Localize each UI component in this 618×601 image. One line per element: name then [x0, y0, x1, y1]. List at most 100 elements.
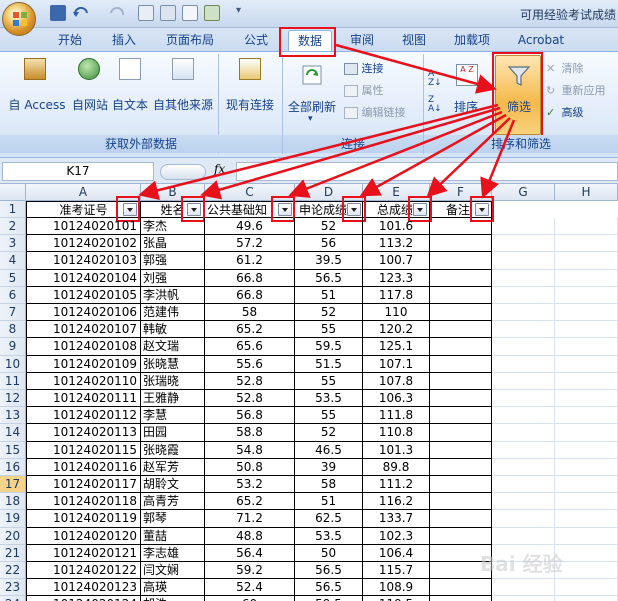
cell-public-knowledge[interactable]: 53.2 — [205, 476, 295, 494]
print-icon[interactable] — [160, 5, 176, 21]
cell-remarks[interactable] — [430, 510, 492, 528]
cell-public-knowledge[interactable]: 55.6 — [205, 355, 295, 373]
cell-public-knowledge[interactable]: 48.8 — [205, 527, 295, 545]
empty-cell[interactable] — [492, 527, 555, 545]
cell-public-knowledge[interactable]: 56.8 — [205, 407, 295, 425]
cell-essay[interactable]: 56.5 — [295, 579, 363, 597]
empty-cell[interactable] — [492, 510, 555, 528]
empty-cell[interactable] — [555, 372, 618, 390]
tab-page-layout[interactable]: 页面布局 — [156, 31, 224, 51]
cell-total[interactable]: 89.8 — [363, 458, 430, 476]
cell-remarks[interactable] — [430, 235, 492, 253]
row-header[interactable]: 5 — [0, 269, 26, 287]
row-header[interactable]: 8 — [0, 321, 26, 339]
empty-cell[interactable] — [492, 286, 555, 304]
cell-essay[interactable]: 55 — [295, 321, 363, 339]
empty-cell[interactable] — [555, 338, 618, 356]
cell-essay[interactable]: 56.5 — [295, 269, 363, 287]
row-header[interactable]: 14 — [0, 424, 26, 442]
empty-cell[interactable] — [555, 304, 618, 322]
cell-remarks[interactable] — [430, 407, 492, 425]
empty-cell[interactable] — [492, 407, 555, 425]
cell-exam-id[interactable]: 10124020103 — [26, 252, 141, 270]
cell-total[interactable]: 108.9 — [363, 579, 430, 597]
cell-public-knowledge[interactable]: 58 — [205, 304, 295, 322]
cell-exam-id[interactable]: 10124020113 — [26, 424, 141, 442]
cell-essay[interactable]: 46.5 — [295, 441, 363, 459]
row-header[interactable]: 13 — [0, 407, 26, 425]
cell-public-knowledge[interactable]: 60 — [205, 596, 295, 601]
clear-filter-button[interactable]: ✕ 清除 — [546, 60, 584, 76]
row-header[interactable]: 3 — [0, 235, 26, 253]
empty-cell[interactable] — [555, 424, 618, 442]
cell-total[interactable]: 110 — [363, 304, 430, 322]
empty-cell[interactable] — [492, 579, 555, 597]
cell-name[interactable]: 胡浩 — [141, 596, 205, 601]
cell-name[interactable]: 闫文娴 — [141, 562, 205, 580]
cell-total[interactable]: 125.1 — [363, 338, 430, 356]
empty-cell[interactable] — [555, 218, 618, 236]
cell-essay[interactable]: 39 — [295, 458, 363, 476]
empty-cell[interactable] — [555, 321, 618, 339]
empty-cell[interactable] — [555, 493, 618, 511]
cell-public-knowledge[interactable]: 57.2 — [205, 235, 295, 253]
cell-name[interactable]: 李洪帆 — [141, 286, 205, 304]
cell-essay[interactable]: 53.5 — [295, 527, 363, 545]
cell-name[interactable]: 范建伟 — [141, 304, 205, 322]
cell-exam-id[interactable]: 10124020108 — [26, 338, 141, 356]
cell-total[interactable]: 100.7 — [363, 252, 430, 270]
reapply-button[interactable]: ↻ 重新应用 — [546, 82, 606, 98]
cell-essay[interactable]: 52 — [295, 304, 363, 322]
insert-function-icon[interactable]: fx — [214, 162, 225, 176]
row-header[interactable]: 20 — [0, 527, 26, 545]
print-preview-icon[interactable] — [138, 5, 154, 21]
cell-essay[interactable]: 52 — [295, 218, 363, 236]
cell-essay[interactable]: 51.5 — [295, 355, 363, 373]
cell-public-knowledge[interactable]: 49.6 — [205, 218, 295, 236]
connections-button[interactable]: 连接 — [344, 60, 384, 76]
empty-cell[interactable] — [555, 252, 618, 270]
name-box[interactable]: K17 — [2, 162, 154, 181]
tab-addins[interactable]: 加载项 — [444, 31, 500, 51]
cell-public-knowledge[interactable]: 65.2 — [205, 493, 295, 511]
cell-total[interactable]: 133.7 — [363, 510, 430, 528]
cell-name[interactable]: 李慧 — [141, 407, 205, 425]
empty-cell[interactable] — [555, 441, 618, 459]
cell-name[interactable]: 高瑛 — [141, 579, 205, 597]
row-header-1[interactable]: 1 — [0, 201, 26, 218]
cell-total[interactable]: 107.1 — [363, 355, 430, 373]
cell-total[interactable]: 123.3 — [363, 269, 430, 287]
from-web-button[interactable]: 自网站 — [68, 58, 112, 118]
cell-total[interactable]: 101.6 — [363, 218, 430, 236]
cell-public-knowledge[interactable]: 56.4 — [205, 544, 295, 562]
cell-name[interactable]: 王雅静 — [141, 390, 205, 408]
cell-name[interactable]: 韩敏 — [141, 321, 205, 339]
cell-name[interactable]: 田园 — [141, 424, 205, 442]
save-icon[interactable] — [50, 5, 66, 21]
cell-name[interactable]: 张晶 — [141, 235, 205, 253]
empty-cell[interactable] — [555, 235, 618, 253]
cell-exam-id[interactable]: 10124020101 — [26, 218, 141, 236]
cell-remarks[interactable] — [430, 286, 492, 304]
cell-public-knowledge[interactable]: 61.2 — [205, 252, 295, 270]
cell-name[interactable]: 李杰 — [141, 218, 205, 236]
row-header[interactable]: 17 — [0, 476, 26, 494]
tab-insert[interactable]: 插入 — [102, 31, 146, 51]
cell-exam-id[interactable]: 10124020119 — [26, 510, 141, 528]
empty-cell[interactable] — [492, 424, 555, 442]
cell-essay[interactable]: 56.5 — [295, 562, 363, 580]
cell-name[interactable]: 李志雄 — [141, 544, 205, 562]
row-header[interactable]: 19 — [0, 510, 26, 528]
cell-remarks[interactable] — [430, 252, 492, 270]
cell-name[interactable]: 郭琴 — [141, 510, 205, 528]
formula-input[interactable] — [236, 162, 618, 181]
cell-total[interactable]: 107.8 — [363, 372, 430, 390]
quick-print-icon[interactable] — [182, 5, 198, 21]
cell-exam-id[interactable]: 10124020121 — [26, 544, 141, 562]
empty-cell[interactable] — [555, 544, 618, 562]
cell-remarks[interactable] — [430, 304, 492, 322]
cell-total[interactable]: 115.7 — [363, 562, 430, 580]
empty-cell[interactable] — [492, 390, 555, 408]
column-header-h[interactable]: H — [555, 184, 618, 201]
cell-total[interactable]: 116.2 — [363, 493, 430, 511]
